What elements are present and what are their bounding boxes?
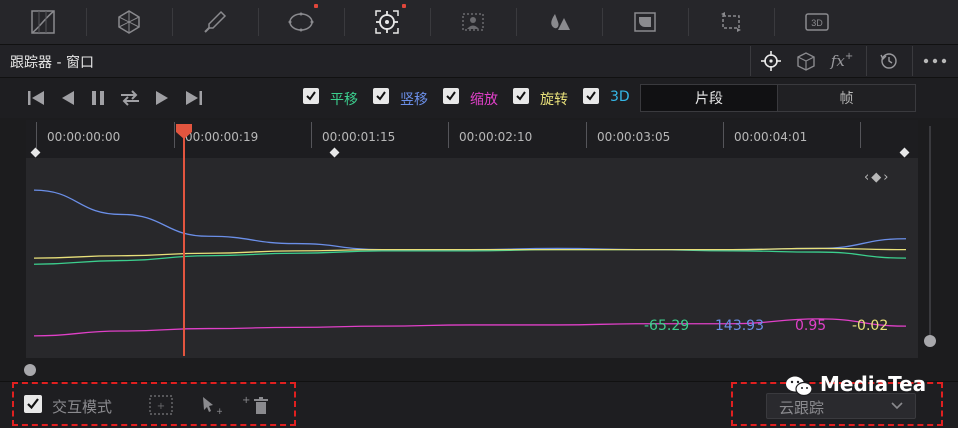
clip-frame-toggle: 片段 帧 xyxy=(640,84,916,112)
series-line-2 xyxy=(33,318,907,337)
tilt-checkbox[interactable] xyxy=(373,88,389,104)
tracking-graph xyxy=(26,158,918,358)
rotate-checkbox[interactable] xyxy=(513,88,529,104)
playhead-handle[interactable] xyxy=(174,122,194,140)
svg-text:+: + xyxy=(216,407,222,416)
stop-tracking-icon[interactable] xyxy=(86,86,110,110)
timecode-label: 00:00:01:15 xyxy=(322,130,396,144)
stabilizer-cube-icon[interactable] xyxy=(792,46,820,76)
timecode-label: 00:00:03:05 xyxy=(597,130,671,144)
interactive-mode-label: 交互模式 xyxy=(52,398,113,416)
rotate-value: -0.02 xyxy=(852,318,889,334)
timecode-label: 00:00:00:19 xyxy=(185,130,259,144)
series-line-0 xyxy=(33,248,907,265)
track-window-icon[interactable] xyxy=(758,46,784,76)
horizontal-scroll-handle[interactable] xyxy=(24,364,36,376)
watermark-text: MediaTea xyxy=(820,372,927,396)
series-line-3 xyxy=(33,247,907,259)
zoom-checkbox[interactable] xyxy=(443,88,459,104)
curves-icon[interactable] xyxy=(0,4,86,40)
timecode-label: 00:00:04:01 xyxy=(734,130,808,144)
track-forward-one-frame-icon[interactable] xyxy=(150,86,174,110)
track-forward-to-end-icon[interactable] xyxy=(182,86,206,110)
frame-mode-option[interactable]: 帧 xyxy=(778,85,915,111)
clip-mode-option[interactable]: 片段 xyxy=(641,85,777,111)
timecode-label: 00:00:02:10 xyxy=(459,130,533,144)
vertical-zoom-track xyxy=(929,126,931,338)
svg-text:+: + xyxy=(157,401,165,412)
tilt-label: 竖移 xyxy=(400,92,428,108)
pan-checkbox[interactable] xyxy=(303,88,319,104)
wechat-logo-icon xyxy=(784,374,814,402)
tilt-value: 143.93 xyxy=(715,318,764,334)
set-point-icon[interactable]: + xyxy=(200,394,224,420)
fx-tracker-icon[interactable]: fx + xyxy=(828,46,856,76)
tracker-icon[interactable] xyxy=(344,4,430,40)
qualifier-eyedropper-icon[interactable] xyxy=(172,4,258,40)
reset-icon[interactable] xyxy=(876,46,902,76)
chevron-down-icon xyxy=(891,402,903,410)
track-reverse-one-frame-icon[interactable] xyxy=(56,86,80,110)
track-reverse-to-start-icon[interactable] xyxy=(24,86,48,110)
vertical-zoom-handle[interactable] xyxy=(924,335,936,347)
playhead-line[interactable] xyxy=(183,130,185,356)
power-window-icon[interactable] xyxy=(258,4,344,40)
keyframe-nav-icon[interactable]: ‹◆› xyxy=(864,170,890,185)
panel-title: 跟踪器 - 窗口 xyxy=(10,55,94,71)
blur-icon[interactable] xyxy=(516,4,602,40)
rotate-label: 旋转 xyxy=(540,92,568,108)
interactive-mode-checkbox[interactable] xyxy=(24,395,42,413)
pan-value: -65.29 xyxy=(644,318,690,334)
3d-icon-text: 3D xyxy=(811,18,823,28)
delete-points-icon[interactable]: + xyxy=(242,393,270,421)
series-line-1 xyxy=(33,189,907,251)
svg-text:+: + xyxy=(242,395,250,406)
zoom-value: 0.95 xyxy=(795,318,827,334)
track-bidirectional-icon[interactable] xyxy=(118,86,142,110)
zoom-label: 缩放 xyxy=(470,92,498,108)
3d-label: 3D xyxy=(610,89,630,105)
timecode-label: 00:00:00:00 xyxy=(47,130,121,144)
insert-feature-icon[interactable]: + xyxy=(148,394,174,420)
3d-icon[interactable]: 3D xyxy=(774,4,860,40)
sizing-icon[interactable] xyxy=(688,4,774,40)
color-warper-icon[interactable] xyxy=(86,4,172,40)
palette-toolbar: 3D xyxy=(0,0,958,45)
magic-mask-icon[interactable] xyxy=(430,4,516,40)
pan-label: 平移 xyxy=(330,92,358,108)
more-options-icon[interactable] xyxy=(918,46,952,76)
key-icon[interactable] xyxy=(602,4,688,40)
3d-checkbox[interactable] xyxy=(583,88,599,104)
tracking-graph-svg xyxy=(33,189,907,337)
